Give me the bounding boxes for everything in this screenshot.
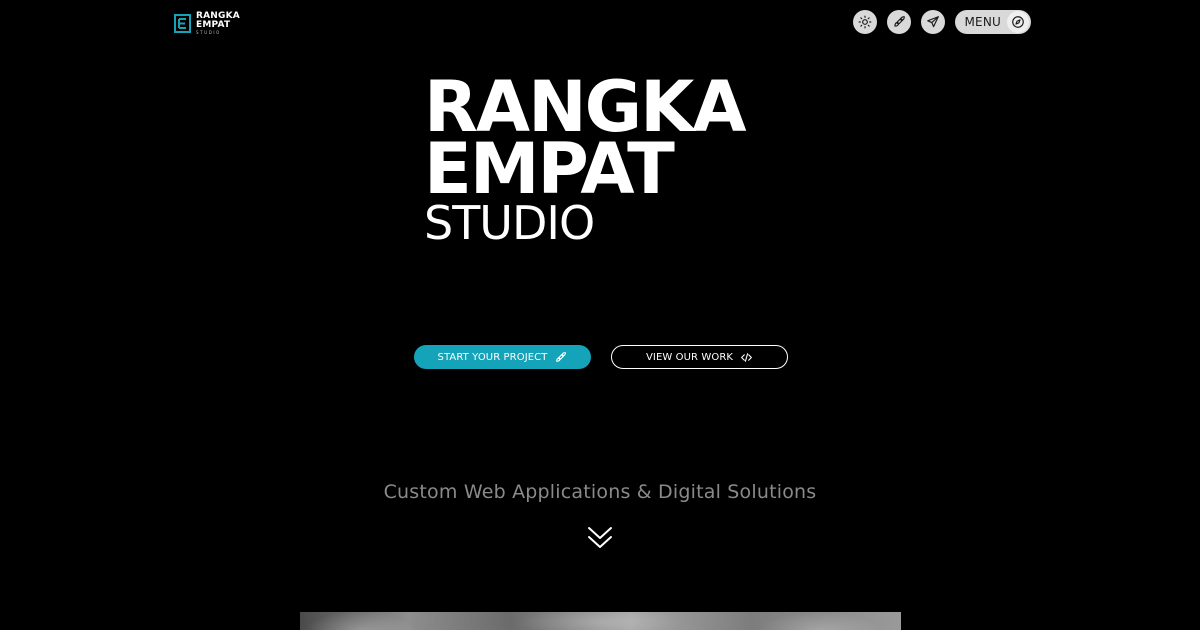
double-chevron-down-icon	[588, 527, 612, 548]
menu-icon-wrap	[1007, 11, 1029, 33]
rocket-icon	[556, 351, 567, 362]
sun-icon	[858, 15, 871, 29]
rangka-e-logo-icon	[174, 13, 191, 33]
view-work-label: VIEW OUR WORK	[645, 351, 734, 363]
start-project-button[interactable]: START YOUR PROJECT	[414, 345, 591, 369]
menu-button[interactable]: MENU	[954, 10, 1031, 34]
start-project-label: START YOUR PROJECT	[437, 351, 548, 363]
top-nav: MENU	[852, 10, 1031, 34]
rocket-icon	[893, 16, 905, 27]
logo-line-2: EMPAT	[196, 19, 231, 30]
paper-plane-icon	[926, 16, 939, 28]
launch-project-button[interactable]	[886, 10, 911, 34]
theme-toggle-button[interactable]	[852, 10, 877, 34]
hero-tagline: Custom Web Applications & Digital Soluti…	[383, 481, 817, 503]
code-icon	[741, 352, 752, 362]
menu-label: MENU	[964, 15, 1001, 29]
logo-sub: STUDIO	[196, 29, 221, 35]
hero-preview-image	[300, 612, 901, 630]
hero-title: RANGKA EMPAT STUDIO	[424, 72, 747, 250]
contact-button[interactable]	[920, 10, 945, 34]
view-work-button[interactable]: VIEW OUR WORK	[611, 345, 788, 369]
hero-title-line-3: STUDIO	[424, 196, 595, 250]
compass-icon	[1012, 16, 1024, 28]
scroll-down-button[interactable]	[586, 524, 614, 552]
cta-row: START YOUR PROJECT VIEW OUR WORK	[414, 345, 788, 369]
page: RANGKA EMPAT STUDIO MENU RANGKA EMPAT ST…	[0, 0, 1200, 630]
logo-wordmark: RANGKA EMPAT STUDIO	[196, 11, 240, 35]
site-logo[interactable]: RANGKA EMPAT STUDIO	[174, 11, 240, 35]
